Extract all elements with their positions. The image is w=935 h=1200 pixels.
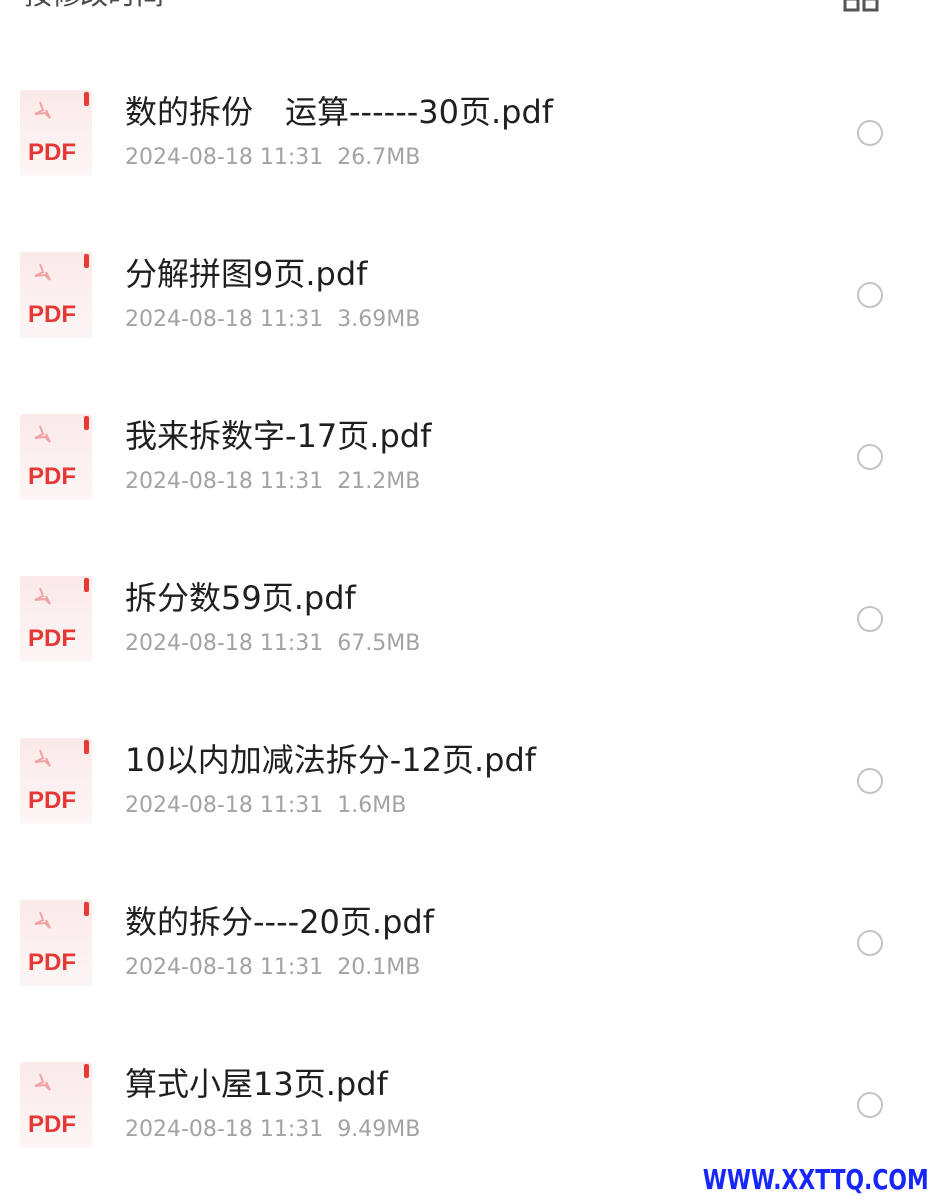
- file-manager-screen: 按修改时间 PDF 数的拆份 运算------3: [0, 0, 935, 1200]
- file-size: 9.49MB: [337, 1117, 421, 1142]
- pdf-file-icon: PDF: [20, 90, 92, 176]
- select-checkbox[interactable]: [857, 768, 883, 794]
- file-date: 2024-08-18 11:31: [125, 793, 324, 818]
- file-size: 3.69MB: [337, 307, 421, 332]
- pdf-file-icon: PDF: [20, 414, 92, 500]
- grid-view-icon[interactable]: [842, 0, 880, 12]
- file-name: 数的拆份 运算------30页.pdf: [125, 93, 554, 131]
- file-date: 2024-08-18 11:31: [125, 1117, 324, 1142]
- svg-text:PDF: PDF: [28, 139, 76, 166]
- file-date: 2024-08-18 11:31: [125, 469, 324, 494]
- file-date: 2024-08-18 11:31: [125, 307, 324, 332]
- svg-text:PDF: PDF: [28, 463, 76, 490]
- file-size: 67.5MB: [337, 631, 421, 656]
- file-size: 20.1MB: [337, 955, 421, 980]
- select-checkbox[interactable]: [857, 120, 883, 146]
- file-size: 1.6MB: [337, 793, 407, 818]
- file-meta: 2024-08-18 11:31 9.49MB: [125, 1116, 420, 1144]
- file-list-item[interactable]: PDF 10以内加减法拆分-12页.pdf 2024-08-18 11:31 1.…: [0, 700, 935, 862]
- file-name: 我来拆数字-17页.pdf: [125, 417, 432, 455]
- file-date: 2024-08-18 11:31: [125, 145, 324, 170]
- file-list-item[interactable]: PDF 拆分数59页.pdf 2024-08-18 11:31 67.5MB: [0, 538, 935, 700]
- select-checkbox[interactable]: [857, 930, 883, 956]
- caret-down-icon[interactable]: [188, 0, 210, 2]
- watermark-text: WWW.XXTTQ.COM: [703, 1163, 929, 1196]
- pdf-file-icon: PDF: [20, 1062, 92, 1148]
- svg-text:PDF: PDF: [28, 787, 76, 814]
- file-name: 算式小屋13页.pdf: [125, 1065, 388, 1103]
- svg-text:PDF: PDF: [28, 949, 76, 976]
- file-name: 10以内加减法拆分-12页.pdf: [125, 741, 537, 779]
- svg-text:PDF: PDF: [28, 301, 76, 328]
- pdf-file-icon: PDF: [20, 900, 92, 986]
- sort-toolbar: 按修改时间: [0, 0, 935, 12]
- file-list-item[interactable]: PDF 数的拆分----20页.pdf 2024-08-18 11:31 20.1…: [0, 862, 935, 1024]
- file-list-item[interactable]: PDF 算式小屋13页.pdf 2024-08-18 11:31 9.49MB: [0, 1024, 935, 1186]
- pdf-file-icon: PDF: [20, 252, 92, 338]
- pdf-file-icon: PDF: [20, 576, 92, 662]
- file-list-item[interactable]: PDF 数的拆份 运算------30页.pdf 2024-08-18 11:3…: [0, 52, 935, 214]
- select-checkbox[interactable]: [857, 282, 883, 308]
- select-checkbox[interactable]: [857, 444, 883, 470]
- file-name: 数的拆分----20页.pdf: [125, 903, 434, 941]
- svg-text:PDF: PDF: [28, 1111, 76, 1138]
- file-list-item[interactable]: PDF 分解拼图9页.pdf 2024-08-18 11:31 3.69MB: [0, 214, 935, 376]
- select-checkbox[interactable]: [857, 1092, 883, 1118]
- svg-text:PDF: PDF: [28, 625, 76, 652]
- file-meta: 2024-08-18 11:31 1.6MB: [125, 792, 406, 820]
- file-size: 26.7MB: [337, 145, 421, 170]
- file-name: 分解拼图9页.pdf: [125, 255, 368, 293]
- select-checkbox[interactable]: [857, 606, 883, 632]
- sort-order-label[interactable]: 按修改时间: [24, 0, 164, 12]
- file-meta: 2024-08-18 11:31 67.5MB: [125, 630, 420, 658]
- file-meta: 2024-08-18 11:31 3.69MB: [125, 306, 420, 334]
- file-meta: 2024-08-18 11:31 21.2MB: [125, 468, 420, 496]
- file-list-item[interactable]: PDF 我来拆数字-17页.pdf 2024-08-18 11:31 21.2MB: [0, 376, 935, 538]
- file-name: 拆分数59页.pdf: [125, 579, 356, 617]
- file-meta: 2024-08-18 11:31 26.7MB: [125, 144, 420, 172]
- file-meta: 2024-08-18 11:31 20.1MB: [125, 954, 420, 982]
- file-date: 2024-08-18 11:31: [125, 955, 324, 980]
- pdf-file-icon: PDF: [20, 738, 92, 824]
- file-date: 2024-08-18 11:31: [125, 631, 324, 656]
- file-size: 21.2MB: [337, 469, 421, 494]
